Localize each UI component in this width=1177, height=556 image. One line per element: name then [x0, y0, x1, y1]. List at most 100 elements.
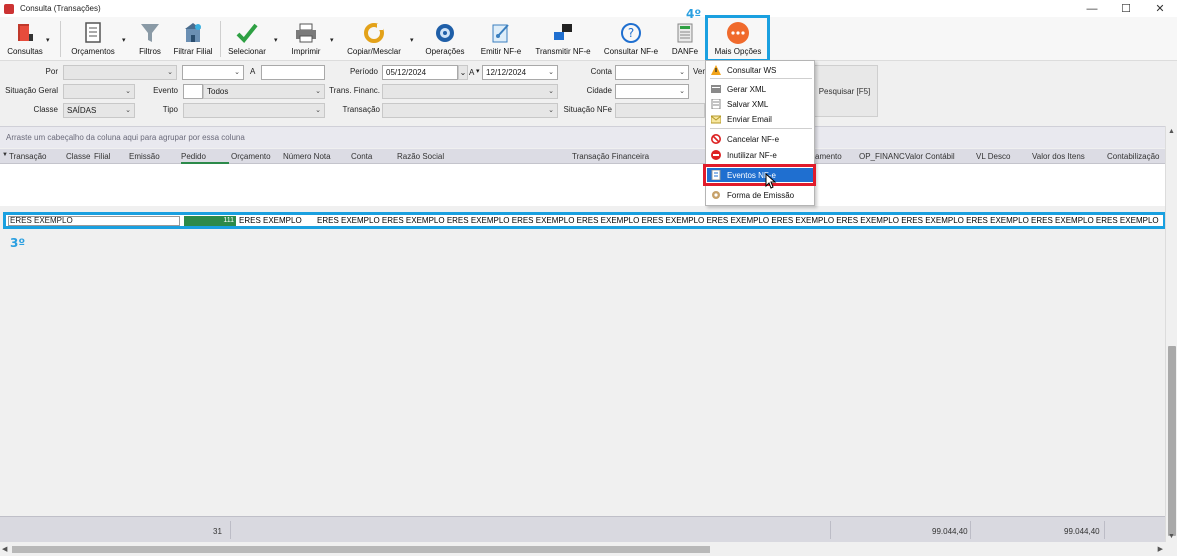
periodo-from-input[interactable]: 05/12/2024 — [382, 65, 458, 80]
transacao-label: Transação — [342, 105, 381, 114]
danfe-icon — [673, 21, 697, 45]
column-header[interactable]: Razão Social — [397, 152, 444, 161]
danfe-button[interactable]: DANFe — [668, 19, 702, 59]
periodo-from-dropdown[interactable]: ⌄ — [458, 65, 468, 80]
column-header[interactable]: VL Desco — [976, 152, 1010, 161]
gear-icon — [433, 21, 457, 45]
situacao-geral-select[interactable]: ⌄ — [63, 84, 135, 99]
vertical-scrollbar[interactable]: ▲ ▼ — [1165, 126, 1177, 542]
row-values[interactable]: ERES EXEMPLO ERES EXEMPLO ERES EXEMPLO E… — [317, 216, 1159, 225]
filtrar-filial-button[interactable]: Filtrar Filial — [170, 19, 216, 59]
copiar-mesclar-button[interactable]: Copiar/Mesclar — [343, 19, 405, 59]
svg-text:?: ? — [628, 26, 634, 40]
imprimir-dropdown-icon[interactable]: ▾ — [330, 36, 334, 44]
evento-label: Evento — [153, 86, 178, 95]
emitir-nfe-button[interactable]: Emitir NF-e — [477, 19, 525, 59]
evento-select[interactable]: Todos ⌄ — [203, 84, 325, 99]
checkmark-icon — [235, 21, 259, 45]
periodo-to-input[interactable]: 12/12/2024 ⌄ — [482, 65, 558, 80]
vertical-scroll-thumb[interactable] — [1168, 346, 1176, 536]
column-header-sorted[interactable]: Pedido — [181, 152, 229, 164]
menu-item-enviar-email[interactable]: Enviar Email — [707, 112, 814, 126]
step-3-label: 3º — [10, 236, 26, 250]
selecionar-dropdown-icon[interactable]: ▾ — [274, 36, 278, 44]
cidade-select[interactable]: ⌄ — [615, 84, 689, 99]
tipo-label: Tipo — [162, 105, 178, 114]
menu-item-forma-emissao[interactable]: Forma de Emissão — [707, 188, 814, 202]
column-header[interactable]: Valor dos Itens — [1032, 152, 1085, 161]
column-header[interactable]: amento — [815, 152, 842, 161]
header-indicator: ▼ — [2, 152, 8, 158]
transacao-cell[interactable]: ERES EXEMPLO — [8, 216, 180, 226]
block-icon — [711, 150, 721, 160]
scroll-up-icon[interactable]: ▲ — [1168, 128, 1175, 135]
form-icon — [711, 190, 721, 200]
scroll-down-icon[interactable]: ▼ — [1168, 533, 1175, 540]
evento-code-input[interactable] — [183, 84, 203, 99]
consultas-button[interactable]: Consultas — [5, 19, 45, 59]
conta-label: Conta — [590, 67, 612, 76]
column-header[interactable]: Contabilização — [1107, 152, 1159, 161]
minimize-button[interactable]: — — [1075, 0, 1109, 17]
menu-item-consultar-ws[interactable]: Consultar WS — [707, 63, 814, 77]
tipo-select[interactable]: ⌄ — [183, 103, 325, 118]
trans-financ-select[interactable]: ⌄ — [382, 84, 558, 99]
column-header[interactable]: Transação — [9, 152, 47, 161]
emit-icon — [489, 21, 513, 45]
column-header[interactable]: OP_FINANC — [859, 152, 905, 161]
razao-cell[interactable]: ERES EXEMPLO — [239, 216, 302, 225]
scroll-left-icon[interactable]: ◀ — [2, 545, 7, 553]
horizontal-scroll-thumb[interactable] — [12, 546, 710, 553]
eventos-nfe-highlight — [703, 164, 816, 186]
menu-item-salvar-xml[interactable]: Salvar XML — [707, 97, 814, 111]
operacoes-button[interactable]: Operações — [423, 19, 467, 59]
grid-footer: 31 99.044,40 99.044,40 — [0, 516, 1165, 542]
column-header[interactable]: Valor Contábil — [905, 152, 955, 161]
copiar-dropdown-icon[interactable]: ▾ — [410, 36, 414, 44]
menu-item-cancelar-nfe[interactable]: Cancelar NF-e — [707, 132, 814, 146]
orcamentos-dropdown-icon[interactable]: ▾ — [122, 36, 126, 44]
group-by-bar[interactable]: Arraste um cabeçalho da coluna aqui para… — [0, 126, 1170, 148]
situacao-nfe-select[interactable] — [615, 103, 705, 118]
periodo-dropdown-icon[interactable]: ▾ — [476, 67, 480, 75]
footer-valor-contabil: 99.044,40 — [932, 527, 968, 536]
book-icon — [13, 21, 37, 45]
column-header[interactable]: Conta — [351, 152, 372, 161]
transacao-select[interactable]: ⌄ — [382, 103, 558, 118]
close-button[interactable]: ✕ — [1143, 0, 1177, 17]
pesquisar-button[interactable]: Pesquisar [F5] — [811, 65, 878, 117]
filtros-button[interactable]: Filtros — [134, 19, 166, 59]
consultar-nfe-button[interactable]: ? Consultar NF-e — [601, 19, 661, 59]
column-header[interactable]: Emissão — [129, 152, 160, 161]
pedido-cell[interactable]: 111 — [184, 216, 236, 226]
column-header[interactable]: Número Nota — [283, 152, 331, 161]
a-input[interactable] — [261, 65, 325, 80]
table-row-selected[interactable]: ERES EXEMPLO 111 ERES EXEMPLO ERES EXEMP… — [3, 212, 1166, 229]
classe-select[interactable]: SAÍDAS ⌄ — [63, 103, 135, 118]
column-header[interactable]: Classe — [66, 152, 90, 161]
building-icon — [181, 21, 205, 45]
column-headers: ▼ Transação Classe Filial Emissão Pedido… — [0, 149, 1170, 164]
situacao-geral-label: Situação Geral — [5, 86, 58, 95]
horizontal-scrollbar[interactable]: ◀ ▶ — [0, 542, 1165, 556]
orcamentos-button[interactable]: Orçamentos — [68, 19, 118, 59]
periodo-a-label: A — [469, 68, 475, 77]
maximize-button[interactable]: ☐ — [1109, 0, 1143, 17]
column-header[interactable]: Transação Financeira — [572, 152, 649, 161]
selecionar-button[interactable]: Selecionar — [226, 19, 268, 59]
menu-item-inutilizar-nfe[interactable]: Inutilizar NF-e — [707, 148, 814, 162]
conta-select[interactable]: ⌄ — [615, 65, 689, 80]
imprimir-button[interactable]: Imprimir — [286, 19, 326, 59]
scroll-right-icon[interactable]: ▶ — [1158, 545, 1163, 553]
consultas-dropdown-icon[interactable]: ▾ — [46, 36, 50, 44]
por-label: Por — [45, 67, 58, 76]
transmitir-nfe-button[interactable]: Transmitir NF-e — [532, 19, 594, 59]
footer-count: 31 — [213, 527, 222, 536]
column-header[interactable]: Orçamento — [231, 152, 271, 161]
column-header[interactable]: Filial — [94, 152, 110, 161]
window-title: Consulta (Transações) — [20, 4, 101, 13]
menu-item-gerar-xml[interactable]: Gerar XML — [707, 82, 814, 96]
por-value-select[interactable]: ⌄ — [182, 65, 244, 80]
por-select[interactable]: ⌄ — [63, 65, 177, 80]
toolbar: Consultas ▾ Orçamentos ▾ Filtros Filtrar… — [0, 17, 1177, 61]
